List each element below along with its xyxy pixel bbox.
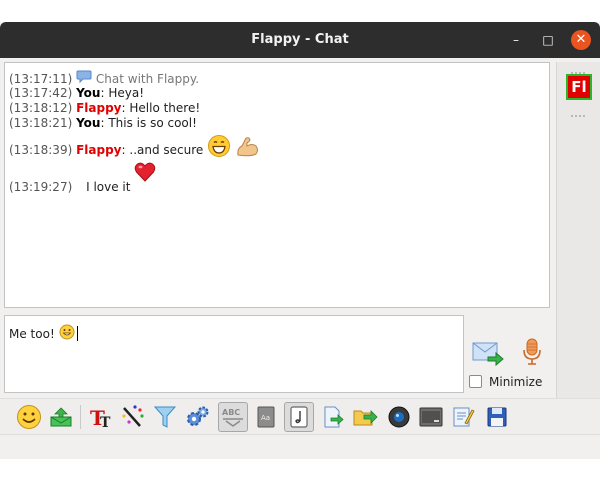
note-icon — [290, 406, 308, 428]
close-window-icon[interactable]: ✕ — [571, 30, 591, 50]
maximize-window-icon[interactable]: □ — [538, 30, 558, 50]
screenshot-button[interactable] — [416, 402, 446, 432]
funnel-icon — [153, 406, 177, 428]
minimize-checkbox-box[interactable] — [469, 375, 482, 388]
history-line: (13:19:27) I love it — [9, 161, 156, 194]
timestamp: (13:19:27) — [9, 180, 73, 194]
chat-bubble-icon — [76, 70, 92, 84]
timestamp: (13:18:39) — [9, 143, 73, 157]
heart-emoticon — [135, 162, 156, 182]
background-color-button[interactable] — [150, 402, 180, 432]
text-color-button[interactable] — [118, 402, 148, 432]
timestamp: (13:17:42) — [9, 86, 73, 100]
ink-button[interactable] — [284, 402, 314, 432]
notes-pen-icon — [453, 407, 475, 427]
font-t-icon: T T — [90, 406, 111, 430]
minimize-checkbox-label: Minimize — [489, 375, 543, 389]
svg-text:ABC: ABC — [222, 408, 240, 417]
send-button[interactable] — [472, 339, 504, 367]
contact-avatar[interactable]: Fl — [566, 74, 592, 100]
svg-text:Aa: Aa — [261, 414, 270, 422]
minimize-window-icon[interactable]: – — [506, 30, 526, 50]
nudge-button[interactable] — [46, 402, 76, 432]
formatting-toolbar: T T ABC Aa — [0, 398, 600, 435]
message-input[interactable]: Me too! — [4, 315, 464, 393]
message-input-content: Me too! — [9, 324, 78, 341]
history-line: (13:18:21) You: This is so cool! — [9, 116, 197, 130]
envelope-icon — [50, 407, 72, 427]
toolbar-separator — [80, 405, 81, 429]
save-button[interactable] — [482, 402, 512, 432]
title-bar[interactable]: Flappy - Chat – □ ✕ — [0, 22, 600, 58]
status-bar — [0, 434, 600, 459]
gears-icon — [187, 406, 209, 426]
font-button[interactable]: T T — [86, 402, 116, 432]
floppy-icon — [487, 407, 507, 427]
webcam-button[interactable] — [384, 402, 414, 432]
sender-name: You — [76, 86, 101, 100]
panel-grip[interactable] — [570, 106, 588, 120]
webcam-icon — [388, 406, 410, 428]
send-file-icon — [324, 406, 344, 428]
microphone-icon — [523, 338, 541, 365]
history-line: (13:18:12) Flappy: Hello there! — [9, 101, 200, 115]
sender-name: You — [76, 116, 101, 130]
history-line: (13:17:42) You: Heya! — [9, 86, 144, 100]
splitter-handle[interactable] — [270, 310, 286, 321]
svg-text:T: T — [100, 415, 111, 430]
history-line: (13:18:39) Flappy: ..and secure — [9, 131, 261, 158]
message-input-text: Me too! — [9, 327, 55, 341]
history-line: (13:17:11) Chat with Flappy. — [9, 70, 199, 86]
timestamp: (13:18:21) — [9, 116, 73, 130]
chat-history[interactable]: (13:17:11) Chat with Flappy. (13:17:42) … — [4, 62, 550, 308]
message-text: : ..and secure — [121, 143, 204, 157]
screen-icon — [419, 407, 443, 427]
message-text: : Heya! — [100, 86, 144, 100]
message-text: : Hello there! — [121, 101, 201, 115]
grin-emoticon — [208, 135, 231, 157]
sender-name: Flappy — [76, 101, 122, 115]
text-caret — [76, 326, 78, 341]
history-button[interactable] — [448, 402, 478, 432]
sender-name: Flappy — [76, 143, 122, 157]
message-text: I love it — [86, 180, 131, 194]
dictionary-button[interactable]: Aa — [251, 402, 281, 432]
voice-clip-button[interactable] — [520, 337, 544, 367]
plugins-button[interactable] — [182, 402, 212, 432]
send-folder-button[interactable] — [350, 402, 380, 432]
timestamp: (13:18:12) — [9, 101, 73, 115]
book-icon: Aa — [257, 406, 275, 428]
emoticons-button[interactable] — [14, 402, 44, 432]
spell-check-button[interactable]: ABC — [218, 402, 248, 432]
system-message: Chat with Flappy. — [95, 72, 200, 86]
smile-emoticon — [59, 324, 75, 340]
color-wand-icon — [122, 405, 144, 427]
folder-arrow-icon — [353, 410, 378, 426]
send-file-button[interactable] — [318, 402, 348, 432]
send-message-icon — [472, 342, 504, 367]
timestamp: (13:17:11) — [9, 72, 73, 86]
smiley-icon — [17, 405, 41, 429]
abc-check-icon: ABC — [222, 408, 243, 427]
flexed-arm-emoticon — [237, 137, 258, 157]
message-text: : This is so cool! — [100, 116, 197, 130]
